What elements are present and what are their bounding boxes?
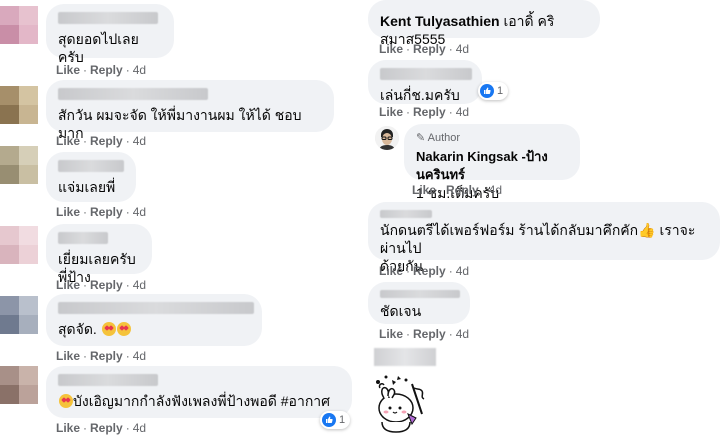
comment-text: สุดจัด. bbox=[58, 320, 250, 338]
comment-text: สุดยอดไปเลยครับ bbox=[58, 31, 139, 65]
commenter-name[interactable]: Nakarin Kingsak -ป้าง นครินทร์ bbox=[416, 148, 568, 184]
avatar[interactable] bbox=[0, 296, 38, 334]
timestamp[interactable]: 4d bbox=[456, 42, 469, 56]
blurred-name bbox=[58, 160, 124, 172]
comment-actions: Like · Reply · 4d bbox=[56, 205, 147, 219]
reaction-count[interactable]: 1 bbox=[478, 82, 509, 100]
like-link[interactable]: Like bbox=[56, 349, 80, 363]
like-link[interactable]: Like bbox=[379, 42, 403, 56]
comment-actions: Like · Reply · 4d bbox=[56, 278, 147, 292]
like-link[interactable]: Like bbox=[56, 421, 80, 435]
commenter-name[interactable]: Kent Tulyasathien bbox=[380, 13, 500, 29]
like-link[interactable]: Like bbox=[379, 105, 403, 119]
reply-link[interactable]: Reply bbox=[90, 63, 123, 77]
party-bunny-sticker bbox=[372, 374, 430, 434]
like-link[interactable]: Like bbox=[412, 183, 436, 197]
comment-text: แจ่มเลยพี่ bbox=[58, 179, 116, 195]
comment-bubble: สุดยอดไปเลยครับ bbox=[46, 4, 174, 65]
timestamp[interactable]: 4d bbox=[133, 421, 146, 435]
comment-bubble: เล่นกี่ช.มครับ bbox=[368, 60, 482, 104]
blurred-name bbox=[374, 348, 436, 366]
avatar[interactable] bbox=[0, 6, 38, 44]
avatar[interactable] bbox=[0, 86, 38, 124]
person-avatar-icon bbox=[375, 126, 399, 150]
reply-link[interactable]: Reply bbox=[413, 42, 446, 56]
like-link[interactable]: Like bbox=[56, 63, 80, 77]
author-badge: ✎ Author bbox=[416, 132, 461, 144]
timestamp[interactable]: 4d bbox=[456, 327, 469, 341]
comment-bubble: ชัดเจน bbox=[368, 282, 470, 324]
reply-link[interactable]: Reply bbox=[413, 327, 446, 341]
reply-link[interactable]: Reply bbox=[90, 134, 123, 148]
comment-actions: Like · Reply · 4d bbox=[56, 421, 147, 435]
comment-bubble: แจ่มเลยพี่ bbox=[46, 152, 136, 202]
like-link[interactable]: Like bbox=[56, 278, 80, 292]
blurred-name bbox=[58, 88, 208, 100]
timestamp[interactable]: 4d bbox=[133, 205, 146, 219]
comment-text: บังเอิญมากกำลังฟังเพลงพี่ป้างพอดี #อากาศ bbox=[58, 392, 340, 410]
like-thumb-icon bbox=[480, 84, 494, 98]
blurred-name bbox=[58, 374, 158, 386]
timestamp[interactable]: 4d bbox=[133, 349, 146, 363]
thumbs-up-emoji-icon: 👍 bbox=[638, 222, 656, 238]
comment-bubble: Kent Tulyasathien เอาดิ้ คริสมาส5555 bbox=[368, 0, 600, 47]
comment-bubble: สักวัน ผมจะจัด ให้พี่มางานผม ให้ได้ ชอบม… bbox=[46, 80, 334, 141]
reply-link[interactable]: Reply bbox=[90, 205, 123, 219]
reply-link[interactable]: Reply bbox=[90, 278, 123, 292]
reply-link[interactable]: Reply bbox=[413, 105, 446, 119]
comment-actions: Like · Reply · 4d bbox=[379, 264, 470, 278]
heart-eyes-emoji-icon bbox=[116, 322, 131, 336]
heart-eyes-emoji-icon bbox=[101, 322, 116, 336]
timestamp[interactable]: 4d bbox=[133, 278, 146, 292]
reply-link[interactable]: Reply bbox=[90, 421, 123, 435]
comment-text: เล่นกี่ช.มครับ bbox=[380, 87, 460, 103]
comment-actions: Like · Reply · 4d bbox=[56, 349, 147, 363]
comment-bubble: เยี่ยมเลยครับพี่ป้าง bbox=[46, 224, 152, 285]
comment-actions: Like · Reply · 4d bbox=[379, 327, 470, 341]
reply-link[interactable]: Reply bbox=[413, 264, 446, 278]
like-link[interactable]: Like bbox=[379, 327, 403, 341]
blurred-name bbox=[58, 12, 158, 24]
avatar[interactable] bbox=[0, 226, 38, 264]
avatar[interactable] bbox=[0, 366, 38, 404]
comment-bubble: สุดจัด. bbox=[46, 294, 262, 346]
like-thumb-icon bbox=[322, 413, 336, 427]
heart-eyes-emoji-icon bbox=[59, 394, 73, 408]
timestamp[interactable]: 4d bbox=[456, 105, 469, 119]
blurred-name bbox=[380, 210, 432, 218]
blurred-name bbox=[58, 232, 108, 244]
reaction-count[interactable]: 1 bbox=[320, 411, 351, 429]
comment-actions: Like · Reply · 4d bbox=[56, 134, 147, 148]
like-link[interactable]: Like bbox=[379, 264, 403, 278]
comment-actions: Like · Reply · 4d bbox=[56, 63, 147, 77]
timestamp[interactable]: 4d bbox=[456, 264, 469, 278]
avatar[interactable] bbox=[0, 146, 38, 184]
author-avatar[interactable] bbox=[375, 126, 399, 150]
blurred-name bbox=[380, 290, 460, 298]
like-link[interactable]: Like bbox=[56, 205, 80, 219]
timestamp[interactable]: 4d bbox=[133, 63, 146, 77]
comment-actions: Like · Reply · 4d bbox=[412, 183, 503, 197]
timestamp[interactable]: 4d bbox=[489, 183, 502, 197]
reply-link[interactable]: Reply bbox=[90, 349, 123, 363]
comment-bubble: ✎ Author Nakarin Kingsak -ป้าง นครินทร์ … bbox=[404, 124, 580, 201]
comment-text: ชัดเจน bbox=[380, 303, 422, 319]
reply-link[interactable]: Reply bbox=[446, 183, 479, 197]
blurred-name bbox=[380, 68, 472, 80]
pencil-icon: ✎ bbox=[416, 132, 426, 144]
like-link[interactable]: Like bbox=[56, 134, 80, 148]
comment-actions: Like · Reply · 4d bbox=[379, 105, 470, 119]
blurred-name bbox=[58, 302, 254, 314]
comment-bubble: บังเอิญมากกำลังฟังเพลงพี่ป้างพอดี #อากาศ bbox=[46, 366, 352, 418]
comment-bubble: นักดนตรีได้เพอร์ฟอร์ม ร้านได้กลับมาคึกคั… bbox=[368, 202, 720, 274]
timestamp[interactable]: 4d bbox=[133, 134, 146, 148]
comment-actions: Like · Reply · 4d bbox=[379, 42, 470, 56]
